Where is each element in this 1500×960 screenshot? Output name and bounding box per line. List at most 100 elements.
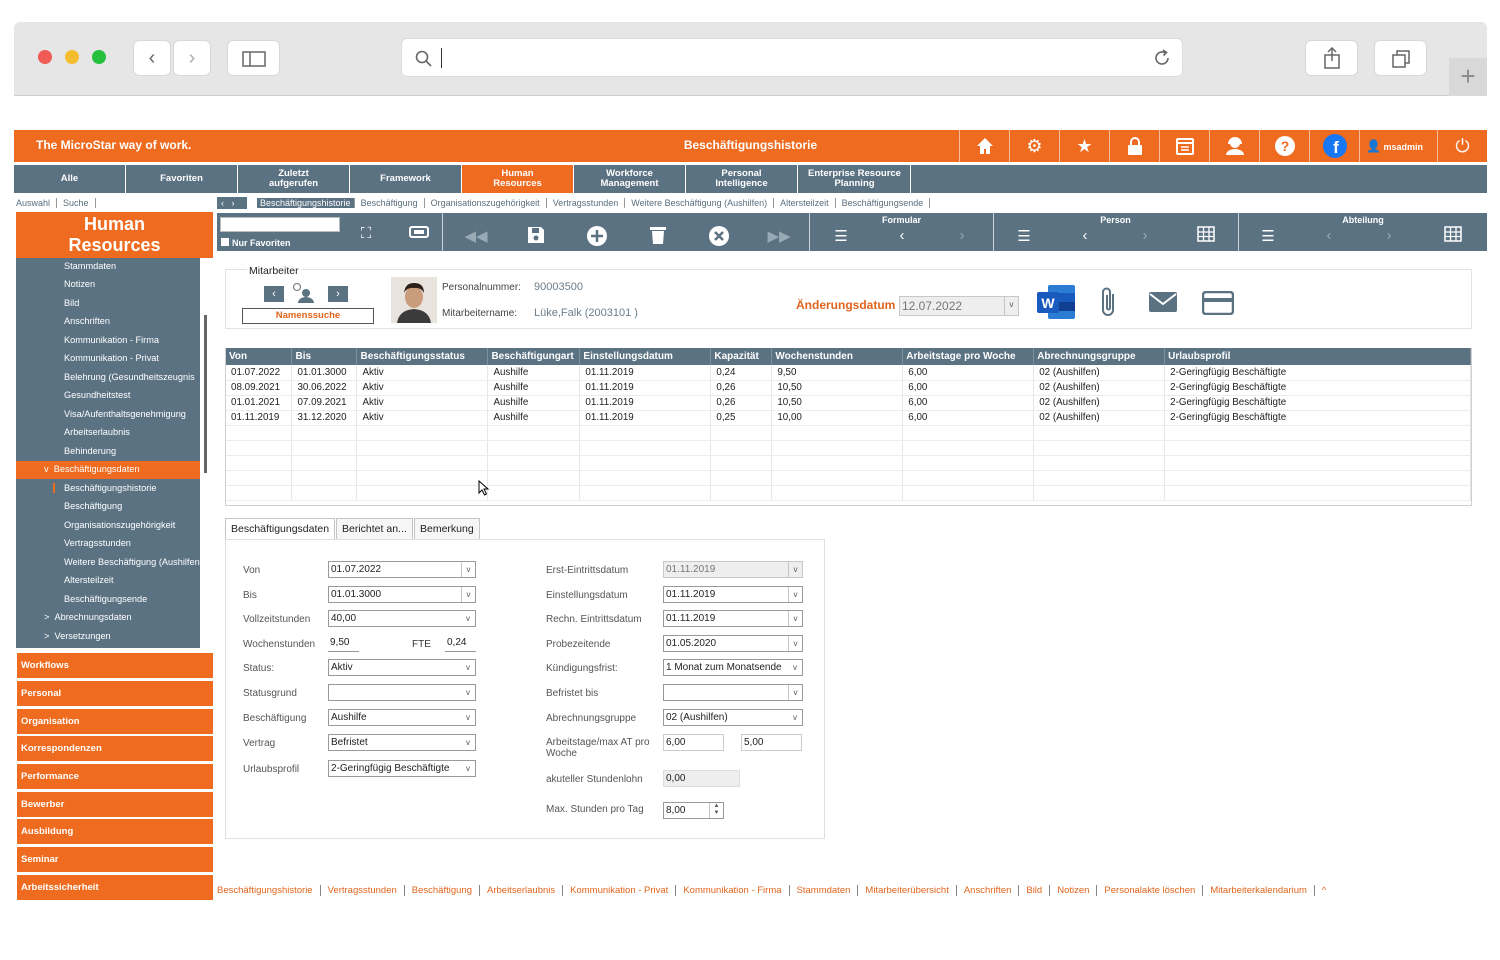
nav-tab-zuletzt[interactable]: Zuletzt aufgerufen [238, 165, 350, 193]
bottom-link[interactable]: ^ [1322, 885, 1326, 896]
column-header[interactable]: Arbeitstage pro Woche [902, 348, 1035, 365]
suche-link[interactable]: Suche [63, 198, 96, 208]
nav-tab-erp[interactable]: Enterprise Resource Planning [799, 165, 911, 193]
person-grid-icon[interactable] [1192, 226, 1220, 246]
wochenstunden-input[interactable]: 9,50 [328, 635, 359, 652]
person-list-icon[interactable]: ☰ [1010, 227, 1038, 245]
lock-icon[interactable] [1109, 130, 1159, 162]
employee-next-button[interactable]: › [328, 286, 348, 302]
crumb-ende[interactable]: Beschäftigungsende [841, 198, 931, 208]
column-header[interactable]: Bis [291, 348, 358, 365]
module-ausbildung[interactable]: Ausbildung [17, 819, 213, 844]
table-row[interactable]: 01.11.2019 31.12.2020 Aktiv Aushilfe 01.11.2… [226, 410, 1471, 426]
spinner-icon[interactable]: ▲ ▼ [709, 803, 723, 818]
abteilung-next-icon[interactable]: › [1375, 227, 1403, 244]
module-organisation[interactable]: Organisation [17, 709, 213, 734]
back-icon[interactable]: ‹ [133, 40, 171, 76]
bottom-link[interactable]: Anschriften [964, 885, 1020, 896]
abteilung-prev-icon[interactable]: ‹ [1315, 227, 1343, 244]
column-header[interactable]: Kapazität [710, 348, 773, 365]
card-icon[interactable] [1201, 290, 1235, 318]
new-tab-icon[interactable]: + [1449, 58, 1487, 96]
support-agent-icon[interactable] [1209, 130, 1259, 162]
urlaubsprofil-select[interactable]: 2-Geringfügig Beschäftigte v [328, 760, 476, 777]
tab-bemerkung[interactable]: Bemerkung [414, 518, 480, 540]
facebook-icon[interactable]: f [1309, 130, 1359, 162]
crumb-altersteilzeit[interactable]: Altersteilzeit [780, 198, 836, 208]
column-header[interactable]: Urlaubsprofil [1164, 348, 1471, 365]
bis-datepicker[interactable]: 01.01.3000 v [328, 586, 476, 603]
bottom-link[interactable]: Stammdaten [797, 885, 859, 896]
name-search-button[interactable]: Namenssuche [242, 308, 374, 324]
formular-list-icon[interactable]: ☰ [827, 227, 855, 245]
tree-item-versetzungen[interactable]: > Versetzungen [16, 628, 200, 646]
status-select[interactable]: Aktiv v [328, 659, 476, 676]
bottom-link[interactable]: Vertragsstunden [328, 885, 405, 896]
tree-item-stammdaten[interactable]: Stammdaten [16, 258, 200, 276]
probezeitende-datepicker[interactable]: 01.05.2020 v [663, 635, 803, 652]
tree-item-belehrung[interactable]: Belehrung (Gesundheitszeugnis [16, 369, 200, 387]
module-workflows[interactable]: Workflows [17, 653, 213, 678]
crumb-arrows[interactable]: ‹ › [217, 197, 247, 209]
nav-tab-alle[interactable]: Alle [14, 165, 126, 193]
table-row[interactable]: 01.07.2022 01.01.3000 Aktiv Aushilfe 01.11.2… [226, 365, 1471, 381]
einstellungsdatum-datepicker[interactable]: 01.11.2019 v [663, 586, 803, 603]
delete-icon[interactable] [644, 225, 672, 249]
formular-prev-icon[interactable]: ‹ [888, 227, 916, 244]
column-header[interactable]: Von [226, 348, 293, 365]
mail-icon[interactable] [1148, 290, 1178, 317]
tree-item-beschaeftigungsdaten[interactable]: v Beschäftigungsdaten [16, 461, 200, 479]
nav-tab-personal-intelligence[interactable]: Personal Intelligence [686, 165, 798, 193]
column-header[interactable]: Beschäftigungart [487, 348, 581, 365]
abteilung-grid-icon[interactable] [1439, 226, 1467, 246]
employee-prev-button[interactable]: ‹ [264, 286, 284, 302]
von-datepicker[interactable]: 01.07.2022 v [328, 561, 476, 578]
fte-input[interactable]: 0,24 [445, 635, 476, 652]
crumb-vertragsstunden[interactable]: Vertragsstunden [552, 198, 626, 208]
bottom-link[interactable]: Mitarbeiterübersicht [865, 885, 957, 896]
crumb-beschaeftigungshistorie[interactable]: Beschäftigungshistorie [257, 198, 355, 208]
abrechnungsgruppe-select[interactable]: 02 (Aushilfen) v [663, 709, 803, 726]
save-icon[interactable] [522, 225, 550, 249]
sidebar-toggle-icon[interactable] [227, 40, 280, 76]
column-header[interactable]: Wochenstunden [771, 348, 904, 365]
tree-item-beschaeftigung[interactable]: Beschäftigung [16, 498, 200, 516]
bottom-link[interactable]: Personalakte löschen [1104, 885, 1204, 896]
beschaeftigung-select[interactable]: Aushilfe v [328, 709, 476, 726]
person-next-icon[interactable]: › [1131, 227, 1159, 244]
column-header[interactable]: Einstellungsdatum [579, 348, 712, 365]
kuendigungsfrist-select[interactable]: 1 Monat zum Monatsende v [663, 659, 803, 676]
paperclip-icon[interactable] [1099, 286, 1119, 323]
tree-item-komm-privat[interactable]: Kommunikation - Privat [16, 350, 200, 368]
calendar-icon[interactable] [1159, 130, 1209, 162]
person-prev-icon[interactable]: ‹ [1071, 227, 1099, 244]
vertrag-select[interactable]: Befristet v [328, 734, 476, 751]
favorites-filter[interactable]: Nur Favoriten [221, 238, 291, 248]
toolbar-search-input[interactable] [220, 217, 340, 232]
nav-tab-workforce[interactable]: Workforce Management [574, 165, 686, 193]
bottom-link[interactable]: Kommunikation - Firma [683, 885, 790, 896]
bottom-link[interactable]: Bild [1026, 885, 1051, 896]
abteilung-list-icon[interactable]: ☰ [1254, 227, 1282, 245]
home-icon[interactable] [959, 130, 1009, 162]
tree-item-komm-firma[interactable]: Kommunikation - Firma [16, 332, 200, 350]
module-bewerber[interactable]: Bewerber [17, 792, 213, 817]
tree-item-gesundheitstest[interactable]: Gesundheitstest [16, 387, 200, 405]
tab-beschaeftigungsdaten[interactable]: Beschäftigungsdaten [225, 518, 336, 540]
user-menu[interactable]: 👤 msadmin [1359, 130, 1429, 162]
last-record-icon[interactable]: ▶▶ [765, 227, 793, 245]
favorites-checkbox[interactable] [221, 238, 229, 246]
module-korrespondenzen[interactable]: Korrespondenzen [17, 736, 213, 761]
tree-scrollbar[interactable] [204, 315, 207, 473]
share-icon[interactable] [1305, 40, 1358, 76]
tree-item-beschaeftigungsende[interactable]: Beschäftigungsende [16, 591, 200, 609]
nav-tab-framework[interactable]: Framework [350, 165, 462, 193]
screen-icon[interactable] [405, 225, 433, 243]
tree-item-beschaeftigungshistorie[interactable]: Beschäftigungshistorie [16, 480, 200, 498]
tree-item-bild[interactable]: Bild [16, 295, 200, 313]
cancel-icon[interactable] [705, 225, 733, 251]
column-header[interactable]: Abrechnungsgruppe [1033, 348, 1166, 365]
bottom-link[interactable]: Notizen [1057, 885, 1098, 896]
fullscreen-icon[interactable]: ⛶ [352, 225, 380, 242]
module-arbeitssicherheit[interactable]: Arbeitssicherheit [17, 875, 213, 900]
